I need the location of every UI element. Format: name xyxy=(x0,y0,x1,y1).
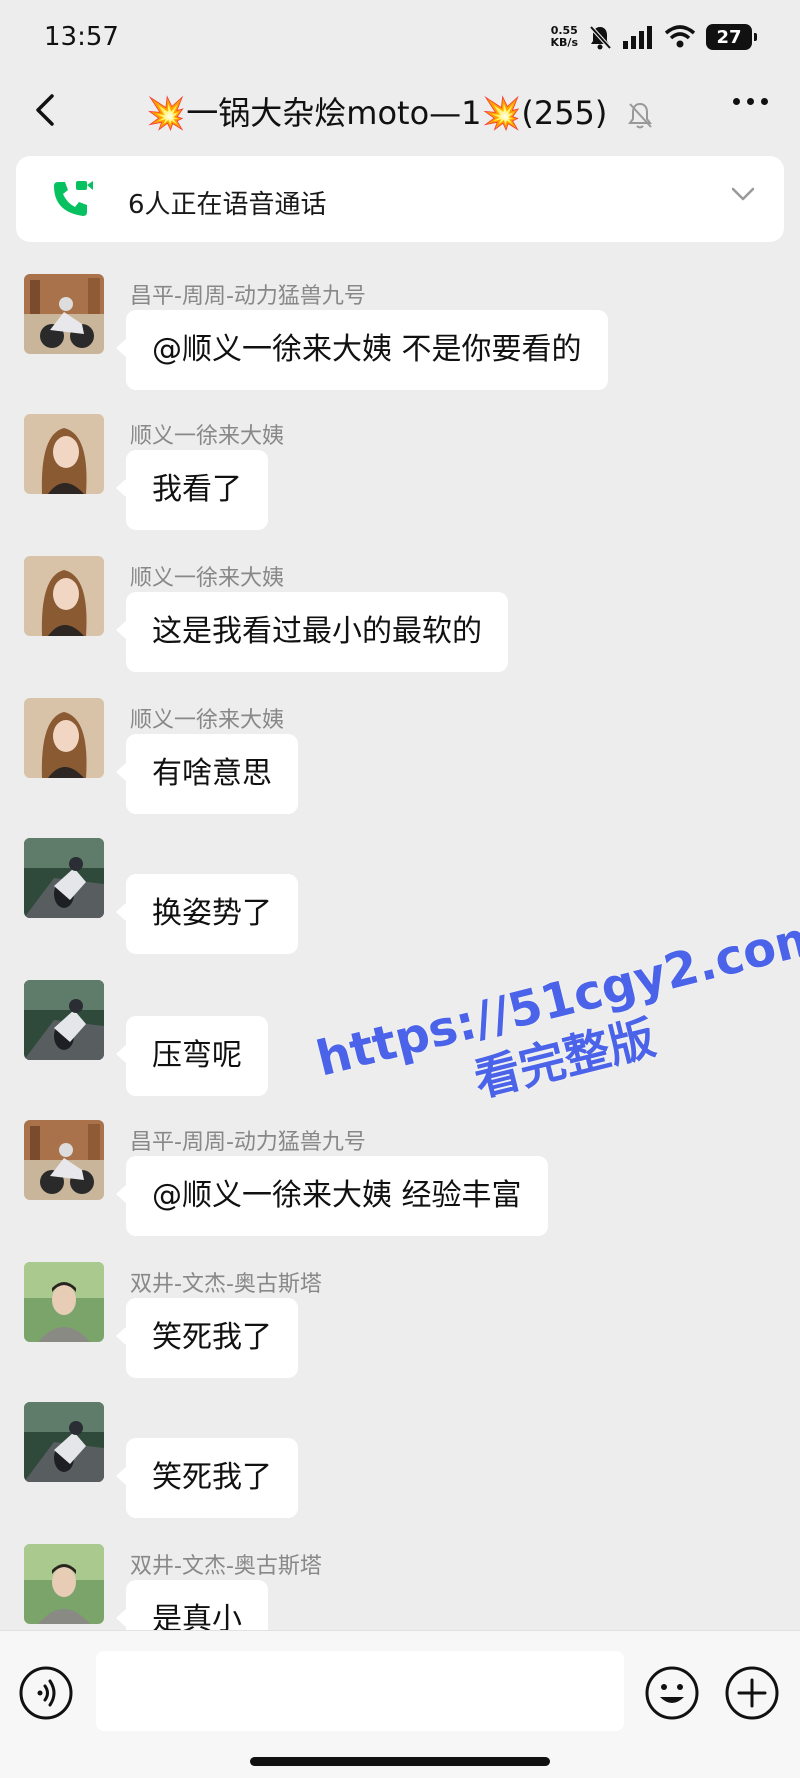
message-item: 顺义一徐来大姨 我看了 xyxy=(0,398,800,538)
avatar-motorbike-image xyxy=(24,274,104,354)
voice-call-banner[interactable]: 6人正在语音通话 xyxy=(16,156,784,242)
message-item: 换姿势了 xyxy=(0,822,800,962)
chat-header: 💥一锅大杂烩moto—1💥(255) xyxy=(0,76,800,142)
message-item: 顺义一徐来大姨 这是我看过最小的最软的 xyxy=(0,540,800,680)
message-item: 双井-文杰-奥古斯塔 笑死我了 xyxy=(0,1246,800,1386)
emoji-icon[interactable] xyxy=(644,1665,700,1721)
voice-call-icon xyxy=(54,181,93,216)
avatar-rider-image xyxy=(24,1402,104,1482)
message-item: 顺义一徐来大姨 有啥意思 xyxy=(0,682,800,822)
avatar-rider-image xyxy=(24,838,104,918)
message-bubble[interactable]: @顺义一徐来大姨 不是你要看的 xyxy=(116,310,608,390)
status-bar: 13:57 0.55 KB/s 27 xyxy=(0,0,800,76)
battery-indicator: 27 xyxy=(706,24,757,50)
message-input[interactable] xyxy=(96,1651,624,1731)
avatar[interactable] xyxy=(24,556,104,636)
message-bubble[interactable]: @顺义一徐来大姨 经验丰富 xyxy=(116,1156,548,1236)
dot-icon xyxy=(747,98,754,105)
voice-input-icon[interactable] xyxy=(18,1665,74,1721)
avatar[interactable] xyxy=(24,1402,104,1482)
message-item: 压弯呢 xyxy=(0,964,800,1104)
avatar[interactable] xyxy=(24,1120,104,1200)
more-options-button[interactable] xyxy=(733,98,768,105)
message-item: 笑死我了 xyxy=(0,1386,800,1526)
message-bubble[interactable]: 这是我看过最小的最软的 xyxy=(116,592,508,672)
sender-name: 顺义一徐来大姨 xyxy=(130,566,285,591)
avatar[interactable] xyxy=(24,274,104,354)
sender-name: 双井-文杰-奥古斯塔 xyxy=(130,1272,322,1297)
network-speed: 0.55 KB/s xyxy=(550,24,578,49)
message-bubble[interactable]: 换姿势了 xyxy=(116,874,298,954)
message-item: 昌平-周周-动力猛兽九号 @顺义一徐来大姨 不是你要看的 xyxy=(0,258,800,398)
avatar[interactable] xyxy=(24,1262,104,1342)
message-bubble[interactable]: 有啥意思 xyxy=(116,734,298,814)
mute-bell-icon xyxy=(627,102,652,129)
plus-icon[interactable] xyxy=(724,1665,780,1721)
avatar[interactable] xyxy=(24,1544,104,1624)
avatar-rider-image xyxy=(24,980,104,1060)
message-item: 昌平-周周-动力猛兽九号 @顺义一徐来大姨 经验丰富 xyxy=(0,1104,800,1244)
avatar-woman-image xyxy=(24,698,104,778)
avatar[interactable] xyxy=(24,838,104,918)
avatar[interactable] xyxy=(24,414,104,494)
sender-name: 顺义一徐来大姨 xyxy=(130,424,285,449)
voice-call-text: 6人正在语音通话 xyxy=(128,190,327,220)
chat-title: 💥一锅大杂烩moto—1💥(255) xyxy=(146,94,608,132)
avatar-woman-image xyxy=(24,414,104,494)
message-bubble[interactable]: 笑死我了 xyxy=(116,1298,298,1378)
chevron-down-icon[interactable] xyxy=(730,186,756,202)
wifi-icon xyxy=(664,25,696,48)
avatar-woman-image xyxy=(24,556,104,636)
message-list: 昌平-周周-动力猛兽九号 @顺义一徐来大姨 不是你要看的 顺义一徐来大姨 我看了… xyxy=(0,258,800,1630)
message-bubble[interactable]: 我看了 xyxy=(116,450,268,530)
avatar[interactable] xyxy=(24,980,104,1060)
avatar-man-image xyxy=(24,1544,104,1624)
sender-name: 顺义一徐来大姨 xyxy=(130,708,285,733)
signal-icon xyxy=(623,26,652,49)
message-bubble[interactable]: 压弯呢 xyxy=(116,1016,268,1096)
chat-title-wrap: 💥一锅大杂烩moto—1💥(255) xyxy=(0,88,800,134)
bell-muted-icon xyxy=(589,25,612,50)
sender-name: 昌平-周周-动力猛兽九号 xyxy=(130,1130,366,1155)
avatar[interactable] xyxy=(24,698,104,778)
status-time: 13:57 xyxy=(44,22,119,52)
dot-icon xyxy=(761,98,768,105)
sender-name: 昌平-周周-动力猛兽九号 xyxy=(130,284,366,309)
avatar-man-image xyxy=(24,1262,104,1342)
avatar-motorbike-image xyxy=(24,1120,104,1200)
message-item: 双井-文杰-奥古斯塔 是真小 xyxy=(0,1528,800,1630)
input-bar xyxy=(0,1630,800,1778)
message-bubble[interactable]: 笑死我了 xyxy=(116,1438,298,1518)
message-bubble[interactable]: 是真小 xyxy=(116,1580,268,1630)
home-indicator[interactable] xyxy=(250,1757,550,1766)
sender-name: 双井-文杰-奥古斯塔 xyxy=(130,1554,322,1579)
status-icons: 0.55 KB/s 27 xyxy=(550,22,757,52)
dot-icon xyxy=(733,98,740,105)
